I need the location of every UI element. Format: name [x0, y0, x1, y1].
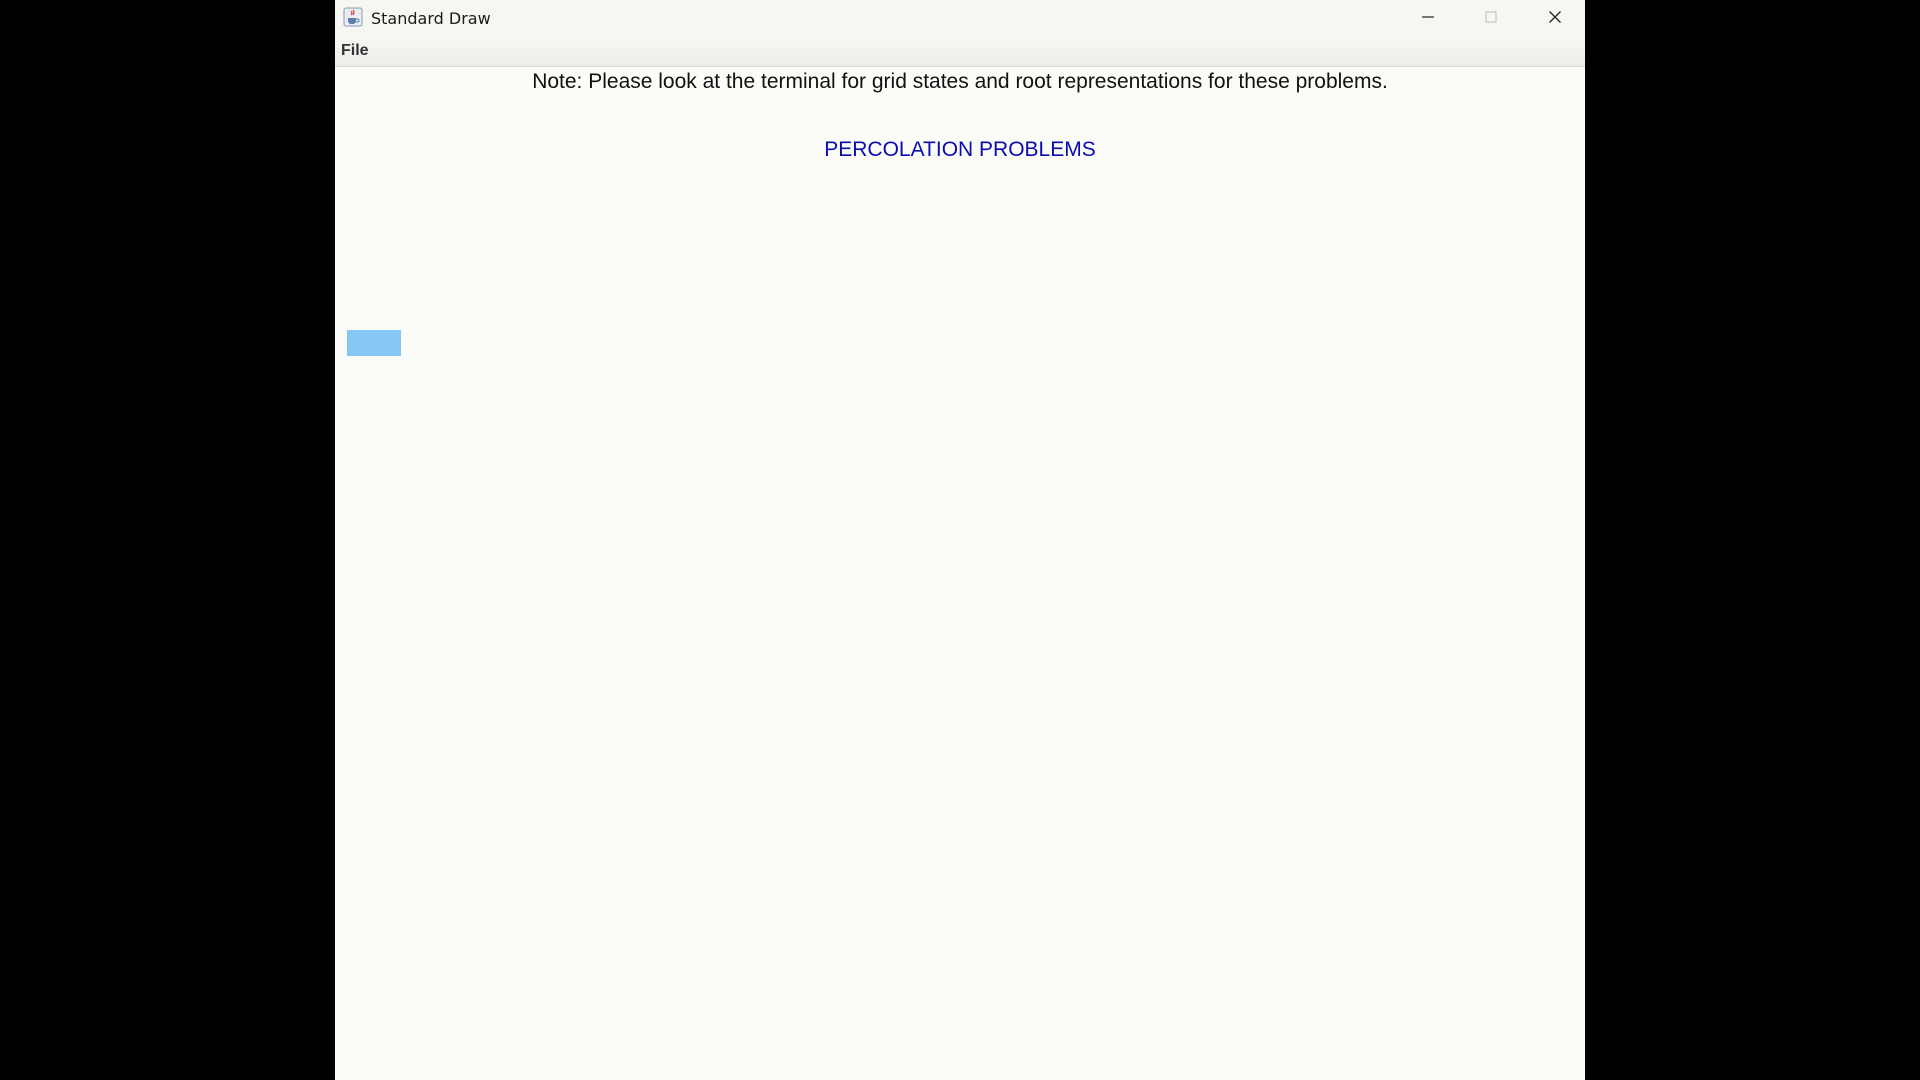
maximize-button[interactable] [1468, 0, 1514, 36]
minimize-icon [1421, 9, 1435, 28]
close-icon [1548, 9, 1562, 28]
open-site-cell [347, 330, 401, 356]
title-bar[interactable]: Standard Draw [335, 0, 1585, 36]
menu-file[interactable]: File [341, 42, 369, 60]
java-cup-icon [343, 7, 363, 27]
maximize-icon [1484, 9, 1498, 28]
menu-bar: File [335, 36, 1585, 67]
standard-draw-window: Standard Draw File Note: Please look at … [335, 0, 1585, 1080]
drawing-canvas[interactable]: Note: Please look at the terminal for gr… [335, 67, 1585, 1080]
terminal-note: Note: Please look at the terminal for gr… [532, 70, 1388, 93]
percolation-heading: PERCOLATION PROBLEMS [824, 138, 1096, 161]
close-button[interactable] [1532, 0, 1578, 36]
minimize-button[interactable] [1405, 0, 1451, 36]
window-title: Standard Draw [371, 9, 491, 28]
